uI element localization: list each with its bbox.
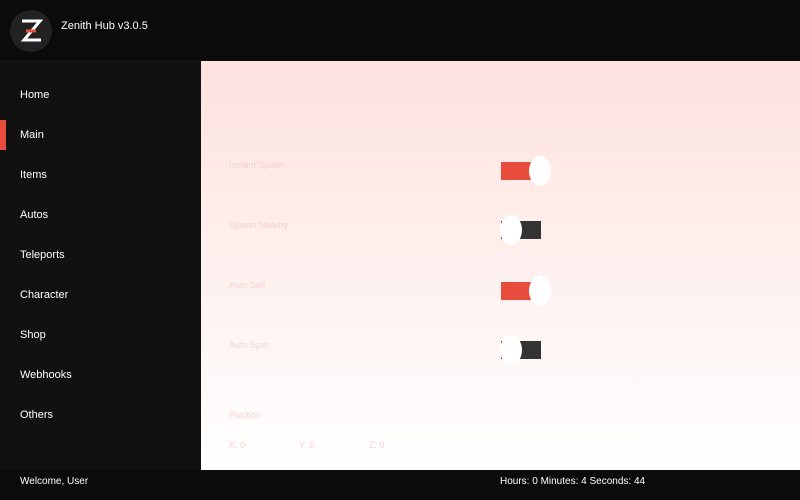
auto-sell-toggle[interactable] <box>501 276 551 306</box>
toggle-knob <box>500 335 522 365</box>
instant-spawn-label: Instant Spawn <box>229 160 287 170</box>
toggle-knob <box>529 156 551 186</box>
sidebar: Home Main Items Autos Teleports Characte… <box>0 60 201 470</box>
auto-spin-toggle[interactable] <box>500 335 541 365</box>
app-title: Zenith Hub v3.0.5 <box>61 20 148 32</box>
toggle-knob <box>529 276 551 306</box>
instant-spawn-toggle[interactable] <box>501 156 551 186</box>
spawn-nearby-toggle[interactable] <box>500 215 541 245</box>
top-bar: Zenith Hub v3.0.5 <box>0 0 800 60</box>
sidebar-item-main[interactable]: Main <box>0 120 201 150</box>
sidebar-item-label: Home <box>20 89 50 101</box>
sidebar-item-label: Shop <box>20 329 46 341</box>
position-x-value: X: 0 <box>229 440 246 450</box>
sidebar-item-label: Webhooks <box>20 369 72 381</box>
sidebar-item-shop[interactable]: Shop <box>0 320 201 350</box>
sidebar-item-home[interactable]: Home <box>0 80 201 110</box>
sidebar-item-autos[interactable]: Autos <box>0 200 201 230</box>
toggle-knob <box>500 215 522 245</box>
position-label: Position <box>229 410 262 420</box>
sidebar-item-label: Others <box>20 409 54 421</box>
sidebar-item-label: Character <box>20 289 69 301</box>
auto-spin-label: Auto Spin <box>229 340 269 350</box>
welcome-text: Welcome, User <box>20 476 89 487</box>
zenith-logo-icon <box>10 10 52 52</box>
auto-sell-label: Auto Sell <box>229 280 266 290</box>
main-panel: Instant Spawn Spawn Nearby Auto Sell Aut… <box>201 61 800 470</box>
status-bar: Welcome, User Hours: 0 Minutes: 4 Second… <box>0 470 800 500</box>
sidebar-item-webhooks[interactable]: Webhooks <box>0 360 201 390</box>
active-indicator <box>0 120 6 150</box>
position-z-value: Z: 0 <box>369 440 385 450</box>
sidebar-item-label: Autos <box>20 209 49 221</box>
spawn-nearby-label: Spawn Nearby <box>229 220 289 230</box>
sidebar-item-label: Teleports <box>20 249 65 261</box>
zenith-logo-glyph <box>20 19 44 42</box>
sidebar-item-label: Items <box>20 169 47 181</box>
sidebar-item-label: Main <box>20 129 44 141</box>
position-y-value: Y: 0 <box>299 440 315 450</box>
session-timer: Hours: 0 Minutes: 4 Seconds: 44 <box>500 476 646 487</box>
sidebar-item-items[interactable]: Items <box>0 160 201 190</box>
sidebar-item-others[interactable]: Others <box>0 400 201 430</box>
sidebar-item-character[interactable]: Character <box>0 280 201 310</box>
sidebar-item-teleports[interactable]: Teleports <box>0 240 201 270</box>
